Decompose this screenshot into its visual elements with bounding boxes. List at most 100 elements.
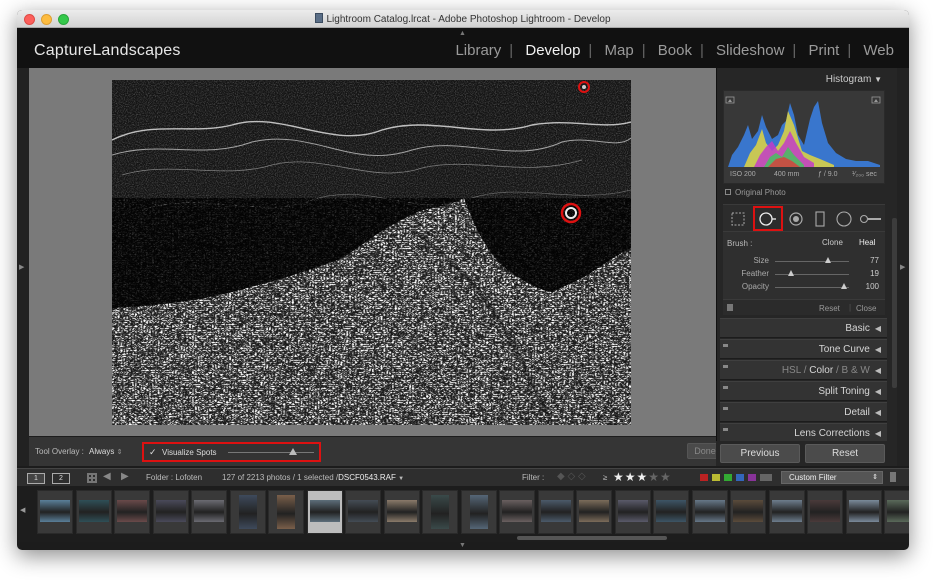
filmstrip-thumbnail[interactable] (499, 490, 535, 534)
panel-lens-corrections[interactable]: Lens Corrections ◀ (720, 423, 887, 443)
filmstrip-thumbnail[interactable] (614, 490, 651, 534)
panel-switch-icon[interactable] (723, 386, 728, 389)
forward-arrow-icon[interactable]: ▶ (121, 471, 129, 482)
filmstrip-thumbnail[interactable] (114, 490, 150, 534)
filmstrip-thumbnail[interactable] (383, 490, 420, 534)
crop-overlay-icon[interactable] (729, 210, 747, 228)
flag-filter-icons[interactable]: ◆ ◇ ◇ (557, 471, 586, 482)
rating-filter-stars[interactable]: ★★★★★ (613, 470, 672, 484)
filmstrip-thumbnail[interactable] (730, 490, 766, 534)
feather-slider[interactable] (775, 274, 849, 275)
filmstrip-thumbnail[interactable] (691, 490, 728, 534)
spot-reset-button[interactable]: Reset (819, 304, 840, 313)
filmstrip-thumbnail[interactable] (306, 490, 343, 534)
clone-mode-button[interactable]: Clone (822, 238, 843, 247)
panel-switch-icon[interactable] (723, 365, 728, 368)
thumbnail-image (117, 500, 147, 522)
spot-close-button[interactable]: Close (856, 304, 876, 313)
size-slider-thumb[interactable] (825, 257, 832, 263)
module-slideshow[interactable]: Slideshow (709, 42, 791, 59)
panel-tone-curve[interactable]: Tone Curve ◀ (720, 339, 887, 359)
filmstrip-thumbnail[interactable] (345, 490, 381, 534)
secondary-monitor-button[interactable]: 2 (52, 473, 70, 484)
filmstrip-thumbnail[interactable] (653, 490, 689, 534)
previous-button[interactable]: Previous (720, 444, 800, 463)
previous-reset-bar: Previous Reset (716, 441, 897, 466)
graduated-filter-icon[interactable] (811, 210, 829, 228)
bw-tab[interactable]: B & W (842, 365, 870, 376)
filmstrip-thumbnail[interactable] (845, 490, 882, 534)
filmstrip-thumbnail[interactable] (152, 490, 189, 534)
filmstrip-scrollbar[interactable] (517, 536, 667, 540)
panel-basic[interactable]: Basic ◀ (720, 318, 887, 338)
reset-button[interactable]: Reset (805, 444, 885, 463)
panel-switch-icon[interactable] (723, 407, 728, 410)
red-eye-icon[interactable] (787, 210, 805, 228)
back-arrow-icon[interactable]: ◀ (103, 471, 111, 482)
thumbnail-image (617, 500, 648, 522)
photo-count[interactable]: 127 of 2213 photos / 1 selected /DSCF054… (222, 473, 404, 482)
module-map[interactable]: Map (598, 42, 641, 59)
panel-detail[interactable]: Detail ◀ (720, 402, 887, 422)
filmstrip-thumbnail[interactable] (768, 490, 805, 534)
right-panel-toggle-icon[interactable]: ▶ (900, 263, 905, 271)
tool-strip (723, 204, 885, 232)
filmstrip-thumbnail[interactable] (422, 490, 458, 534)
color-label-filter[interactable] (700, 474, 772, 481)
feather-slider-thumb[interactable] (788, 270, 795, 276)
filmstrip-thumbnail[interactable] (75, 490, 112, 534)
color-tab[interactable]: Color (809, 365, 833, 376)
original-photo-toggle[interactable]: Original Photo (723, 185, 885, 199)
folder-source[interactable]: Folder : Lofoten (146, 473, 202, 482)
histogram-header[interactable]: Histogram ▼ (721, 68, 886, 88)
module-book[interactable]: Book (651, 42, 699, 59)
filter-lock-icon[interactable] (890, 472, 896, 482)
histogram[interactable]: ISO 200 400 mm ƒ / 9.0 ¹⁄₂₀₀ sec (723, 90, 885, 184)
module-web[interactable]: Web (856, 42, 901, 59)
filmstrip-thumbnail[interactable] (268, 490, 304, 534)
bottom-panel-toggle-icon[interactable]: ▼ (459, 542, 466, 549)
triangle-left-icon: ◀ (874, 366, 881, 375)
filmstrip-thumbnail[interactable] (191, 490, 227, 534)
tool-overlay-dropdown[interactable]: Always ⇕ (89, 447, 122, 456)
panel-switch-icon[interactable] (723, 428, 728, 431)
lightroom-window: Lightroom Catalog.lrcat - Adobe Photosho… (17, 10, 909, 550)
visualize-spots-checkbox[interactable]: ✓ (149, 447, 157, 458)
module-library[interactable]: Library (448, 42, 508, 59)
module-develop[interactable]: Develop (518, 42, 587, 59)
opacity-slider[interactable] (775, 287, 849, 288)
left-panel-toggle-icon[interactable]: ▶ (19, 263, 24, 271)
filmstrip-thumbnail[interactable] (537, 490, 574, 534)
visualize-spots-slider-thumb[interactable] (288, 448, 297, 455)
photo-preview-visualize-spots[interactable] (112, 80, 631, 425)
hsl-tab[interactable]: HSL (782, 365, 801, 376)
filmstrip-scroll-left-icon[interactable]: ◀ (20, 506, 25, 514)
visualize-spots-slider[interactable] (228, 452, 314, 453)
filmstrip-thumbnail[interactable] (229, 490, 266, 534)
panel-hsl-color-bw[interactable]: HSL / Color / B & W ◀ (720, 360, 887, 380)
top-panel-toggle-icon[interactable]: ▲ (459, 30, 466, 37)
module-print[interactable]: Print (802, 42, 847, 59)
filmstrip-thumbnail[interactable] (460, 490, 497, 534)
filmstrip-thumbnail[interactable] (884, 490, 909, 534)
size-slider[interactable] (775, 261, 849, 262)
opacity-slider-thumb[interactable] (840, 283, 847, 289)
adjustment-brush-icon[interactable] (859, 210, 883, 228)
filmstrip-thumbnail[interactable] (576, 490, 612, 534)
heal-mode-button[interactable]: Heal (859, 238, 875, 247)
image-canvas[interactable] (29, 68, 716, 436)
size-value[interactable]: 77 (870, 256, 879, 265)
radial-filter-icon[interactable] (835, 210, 853, 228)
feather-value[interactable]: 19 (870, 269, 879, 278)
primary-monitor-button[interactable]: 1 (27, 473, 45, 484)
filmstrip-thumbnail[interactable] (37, 490, 73, 534)
triangle-left-icon: ◀ (874, 429, 881, 438)
grid-view-icon[interactable] (87, 473, 97, 483)
panel-switch-icon[interactable] (723, 344, 728, 347)
opacity-value[interactable]: 100 (866, 282, 879, 291)
custom-filter-dropdown[interactable]: Custom Filter ⇕ (781, 471, 883, 484)
rating-operator[interactable]: ≥ (603, 473, 607, 482)
panel-switch-icon[interactable] (727, 304, 733, 311)
panel-split-toning[interactable]: Split Toning ◀ (720, 381, 887, 401)
filmstrip-thumbnail[interactable] (807, 490, 843, 534)
